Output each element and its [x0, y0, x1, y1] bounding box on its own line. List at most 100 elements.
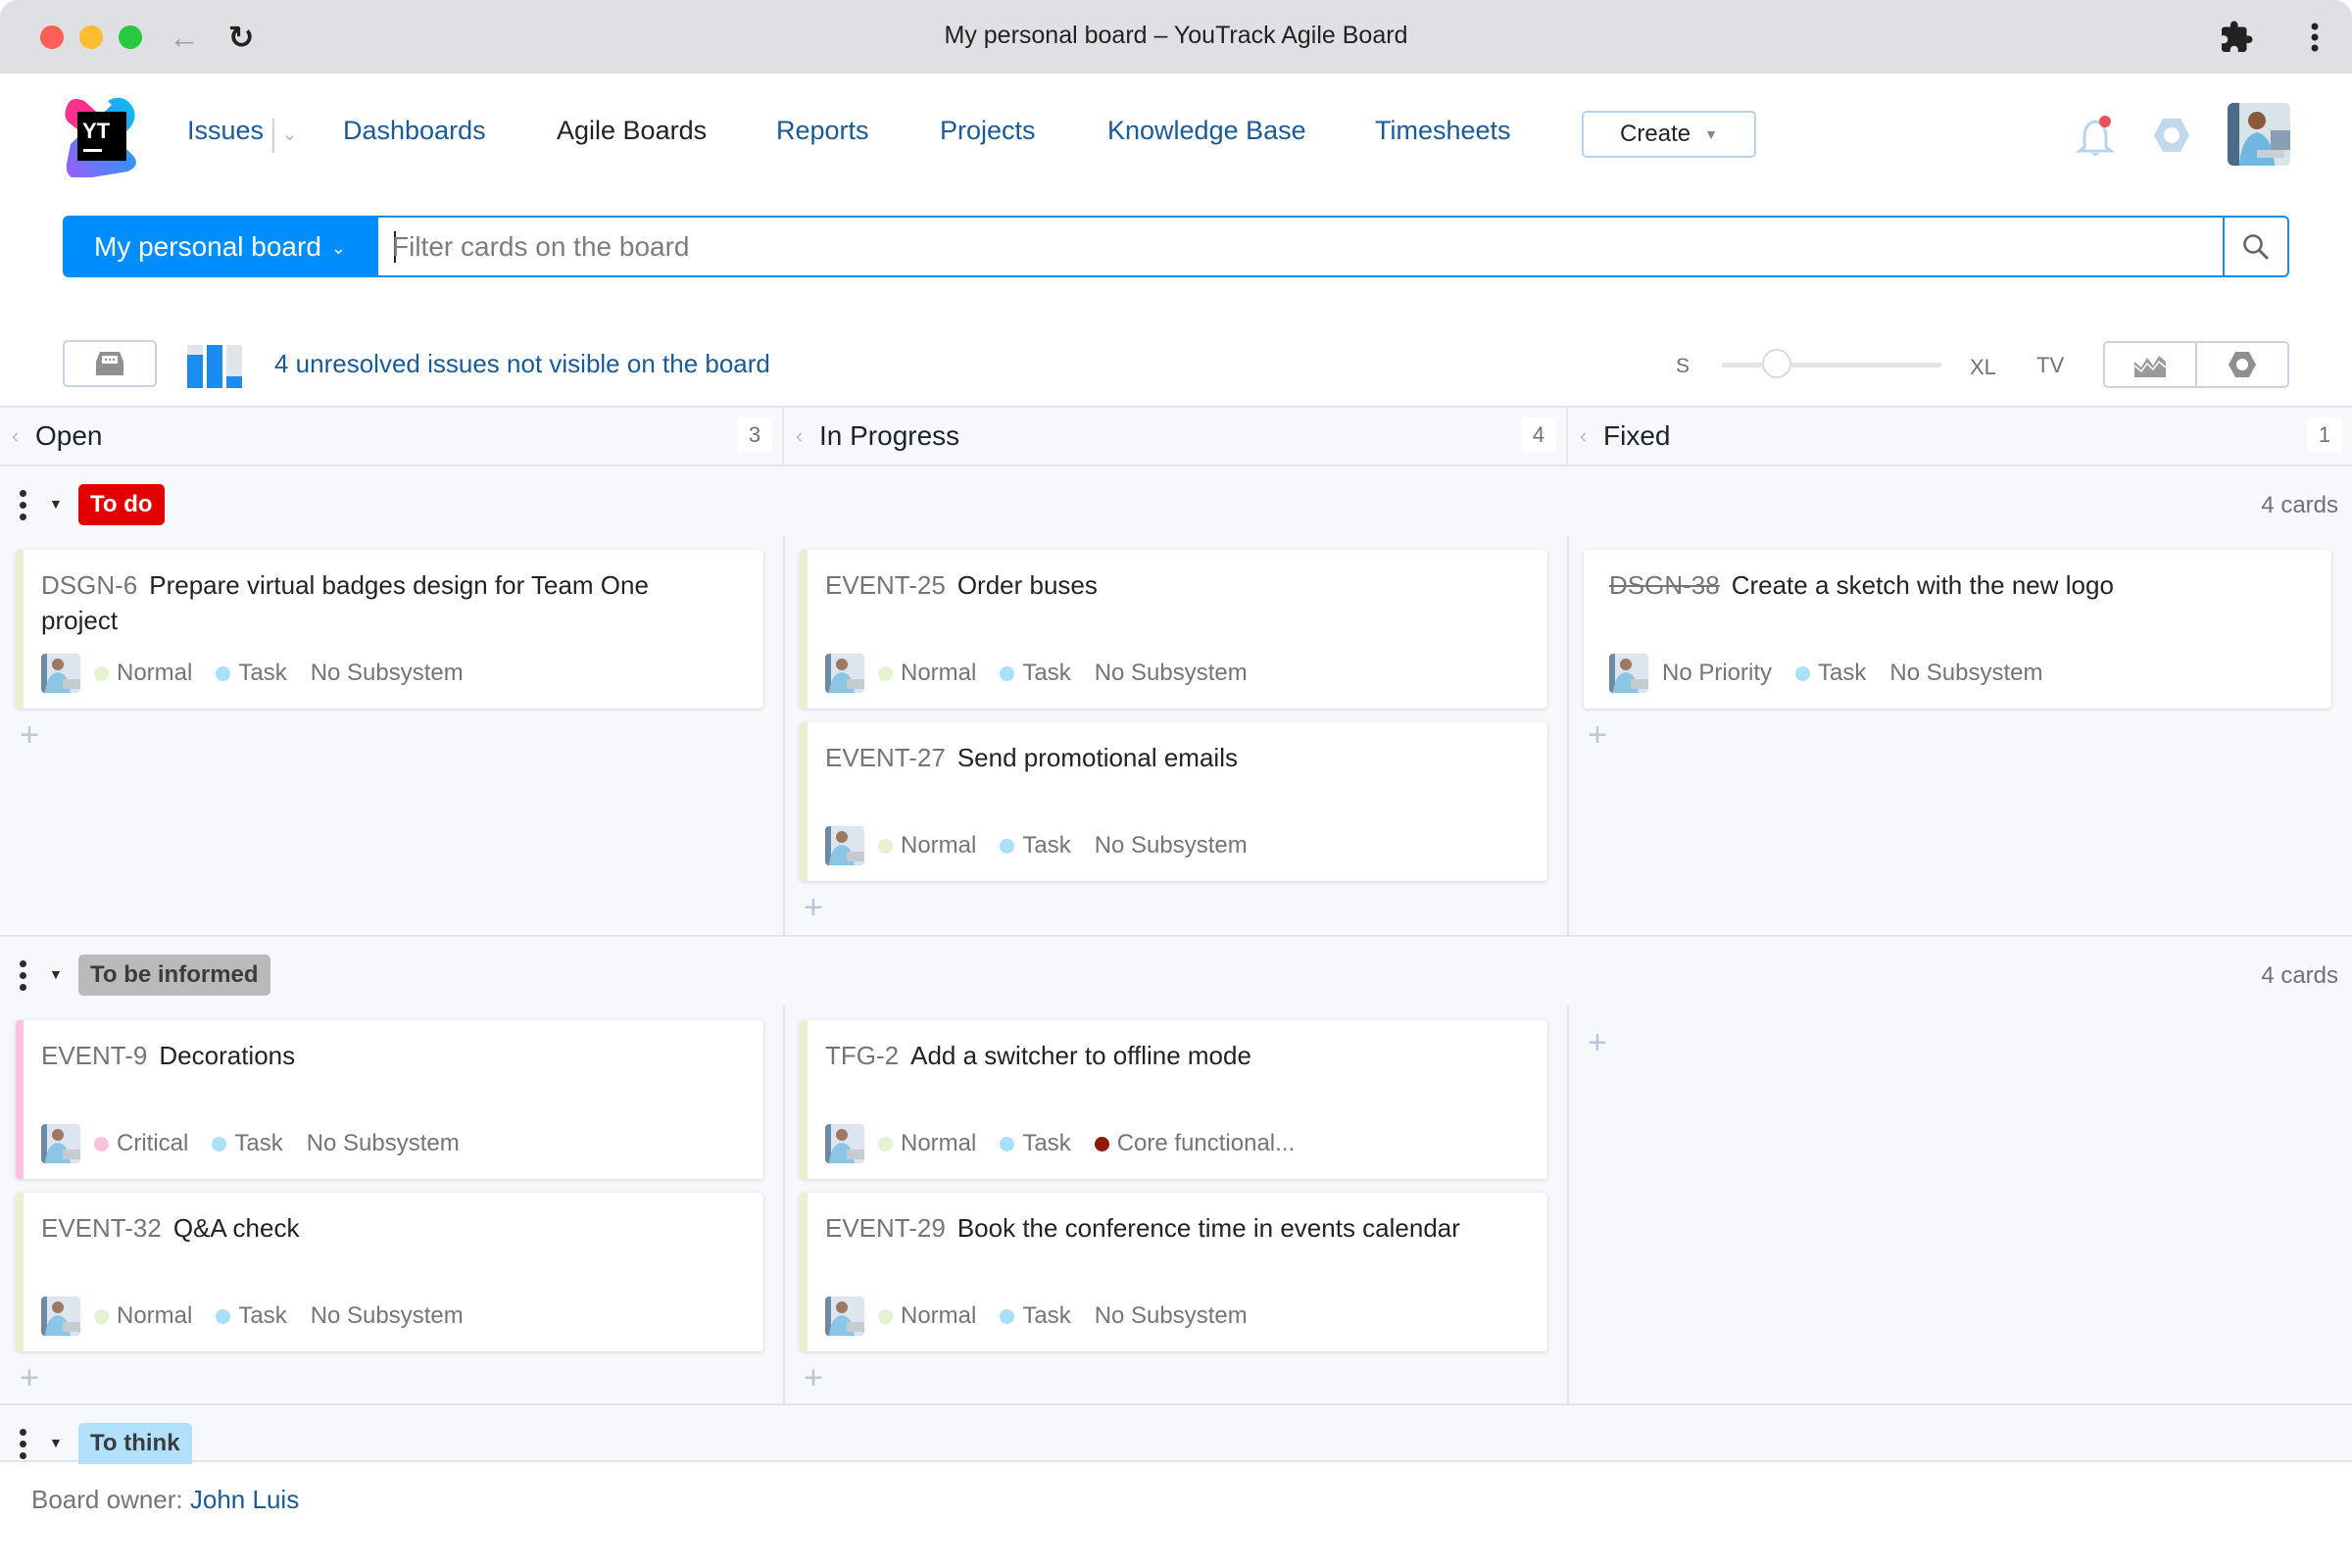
issue-id[interactable]: DSGN-38 — [1609, 570, 1720, 600]
priority-field[interactable]: Normal — [94, 660, 192, 687]
backlog-button[interactable] — [63, 340, 157, 387]
nav-reports[interactable]: Reports — [776, 116, 869, 146]
type-field[interactable]: Task — [1000, 1302, 1071, 1330]
issue-id[interactable]: EVENT-32 — [41, 1213, 162, 1243]
collapse-column-chevron-icon[interactable]: ‹ — [1580, 423, 1587, 449]
nav-agile-boards[interactable]: Agile Boards — [557, 116, 707, 146]
issue-summary[interactable]: Q&A check — [173, 1213, 300, 1243]
subsystem-field[interactable]: No Subsystem — [1095, 832, 1248, 859]
issue-id[interactable]: EVENT-29 — [825, 1213, 946, 1243]
notifications-bell-icon[interactable] — [2075, 116, 2116, 159]
card-size-slider-handle[interactable] — [1762, 349, 1791, 378]
type-field[interactable]: Task — [1000, 660, 1071, 687]
assignee-avatar[interactable] — [825, 1124, 864, 1163]
subsystem-field[interactable]: No Subsystem — [1889, 660, 2042, 687]
swimlane-tag[interactable]: To think — [78, 1423, 192, 1464]
issue-summary[interactable]: Book the conference time in events calen… — [957, 1213, 1460, 1243]
issue-card[interactable]: EVENT-32 Q&A check Normal Task No Subsystem — [16, 1193, 763, 1351]
add-card-button[interactable]: + — [804, 891, 823, 924]
swimlane-menu-icon[interactable] — [20, 960, 29, 992]
issue-summary[interactable]: Order buses — [957, 570, 1098, 600]
tv-mode-button[interactable]: TV — [2036, 353, 2064, 378]
priority-field[interactable]: Normal — [94, 1302, 192, 1330]
unresolved-issues-link[interactable]: 4 unresolved issues not visible on the b… — [274, 349, 770, 379]
priority-field[interactable]: Critical — [94, 1130, 188, 1157]
assignee-avatar[interactable] — [825, 1297, 864, 1336]
collapse-swimlane-icon[interactable]: ▼ — [49, 496, 63, 512]
card-size-slider[interactable] — [1722, 363, 1941, 368]
board-owner-link[interactable]: John Luis — [190, 1485, 299, 1514]
create-button[interactable]: Create ▼ — [1582, 111, 1756, 158]
vertical-dots-icon[interactable] — [2303, 20, 2327, 55]
type-field[interactable]: Task — [1000, 832, 1071, 859]
type-field[interactable]: Task — [216, 1302, 287, 1330]
collapse-column-chevron-icon[interactable]: ‹ — [796, 423, 803, 449]
collapse-swimlane-icon[interactable]: ▼ — [49, 1435, 63, 1450]
collapse-column-chevron-icon[interactable]: ‹ — [12, 423, 19, 449]
priority-field[interactable]: Normal — [878, 1130, 976, 1157]
assignee-avatar[interactable] — [41, 654, 80, 693]
chevron-down-icon[interactable]: ⌄ — [282, 120, 302, 149]
collapse-swimlane-icon[interactable]: ▼ — [49, 966, 63, 982]
issue-id[interactable]: TFG-2 — [825, 1041, 899, 1070]
priority-field[interactable]: Normal — [878, 660, 976, 687]
issue-id[interactable]: EVENT-27 — [825, 743, 946, 772]
issue-id[interactable]: EVENT-25 — [825, 570, 946, 600]
issue-summary[interactable]: Add a switcher to offline mode — [910, 1041, 1251, 1070]
add-card-button[interactable]: + — [1588, 1026, 1607, 1059]
issue-card[interactable]: EVENT-25 Order buses Normal Task No Subsyste… — [800, 550, 1547, 709]
subsystem-field[interactable]: No Subsystem — [311, 660, 464, 687]
column-header-fixed[interactable]: ‹ Fixed 1 — [1568, 408, 2352, 466]
issue-card[interactable]: EVENT-27 Send promotional emails Normal Tas… — [800, 722, 1547, 881]
settings-gear-icon[interactable] — [2152, 116, 2191, 155]
nav-knowledge-base[interactable]: Knowledge Base — [1107, 116, 1306, 146]
type-field[interactable]: Task — [216, 660, 287, 687]
issue-card[interactable]: TFG-2 Add a switcher to offline mode Norma… — [800, 1020, 1547, 1179]
subsystem-field[interactable]: No Subsystem — [311, 1302, 464, 1330]
priority-field[interactable]: Normal — [878, 832, 976, 859]
board-settings-button[interactable] — [2195, 343, 2287, 386]
nav-projects[interactable]: Projects — [940, 116, 1036, 146]
assignee-avatar[interactable] — [825, 826, 864, 865]
nav-timesheets[interactable]: Timesheets — [1375, 116, 1511, 146]
priority-field[interactable]: No Priority — [1662, 660, 1772, 687]
puzzle-piece-icon[interactable] — [2219, 20, 2254, 55]
search-button[interactable] — [2223, 218, 2287, 275]
issue-summary[interactable]: Create a sketch with the new logo — [1732, 570, 2114, 600]
nav-issues[interactable]: Issues — [187, 116, 264, 146]
reports-button[interactable] — [2105, 343, 2195, 386]
add-card-button[interactable]: + — [1588, 718, 1607, 752]
issue-summary[interactable]: Send promotional emails — [957, 743, 1238, 772]
issue-id[interactable]: EVENT-9 — [41, 1041, 147, 1070]
filter-cards-input[interactable] — [392, 218, 2195, 275]
issue-summary[interactable]: Decorations — [159, 1041, 295, 1070]
assignee-avatar[interactable] — [1609, 654, 1648, 693]
add-card-button[interactable]: + — [20, 1361, 39, 1395]
type-field[interactable]: Task — [212, 1130, 283, 1157]
nav-dashboards[interactable]: Dashboards — [343, 116, 486, 146]
subsystem-field[interactable]: No Subsystem — [1095, 660, 1248, 687]
youtrack-logo[interactable]: YT — [61, 95, 143, 179]
assignee-avatar[interactable] — [41, 1297, 80, 1336]
swimlane-tag[interactable]: To be informed — [78, 955, 270, 996]
add-card-button[interactable]: + — [20, 718, 39, 752]
priority-field[interactable]: Normal — [878, 1302, 976, 1330]
assignee-avatar[interactable] — [41, 1124, 80, 1163]
add-card-button[interactable]: + — [804, 1361, 823, 1395]
subsystem-field[interactable]: No Subsystem — [1095, 1302, 1248, 1330]
subsystem-field[interactable]: No Subsystem — [307, 1130, 460, 1157]
issue-card[interactable]: EVENT-29 Book the conference time in even… — [800, 1193, 1547, 1351]
issue-id[interactable]: DSGN-6 — [41, 570, 137, 600]
swimlane-menu-icon[interactable] — [20, 490, 29, 521]
board-selector-dropdown[interactable]: My personal board ⌄ — [63, 216, 378, 277]
type-field[interactable]: Task — [1000, 1130, 1071, 1157]
issue-card[interactable]: DSGN-38 Create a sketch with the new logo… — [1584, 550, 2331, 709]
type-field[interactable]: Task — [1795, 660, 1866, 687]
issue-card[interactable]: EVENT-9 Decorations Critical Task No Subsyst… — [16, 1020, 763, 1179]
swimlane-tag[interactable]: To do — [78, 484, 165, 525]
board-chart-icon[interactable] — [187, 345, 244, 388]
issue-card[interactable]: DSGN-6 Prepare virtual badges design for … — [16, 550, 763, 709]
subsystem-field[interactable]: Core functional... — [1094, 1130, 1295, 1157]
user-avatar[interactable] — [2228, 103, 2290, 166]
column-header-open[interactable]: ‹ Open 3 — [0, 408, 784, 466]
